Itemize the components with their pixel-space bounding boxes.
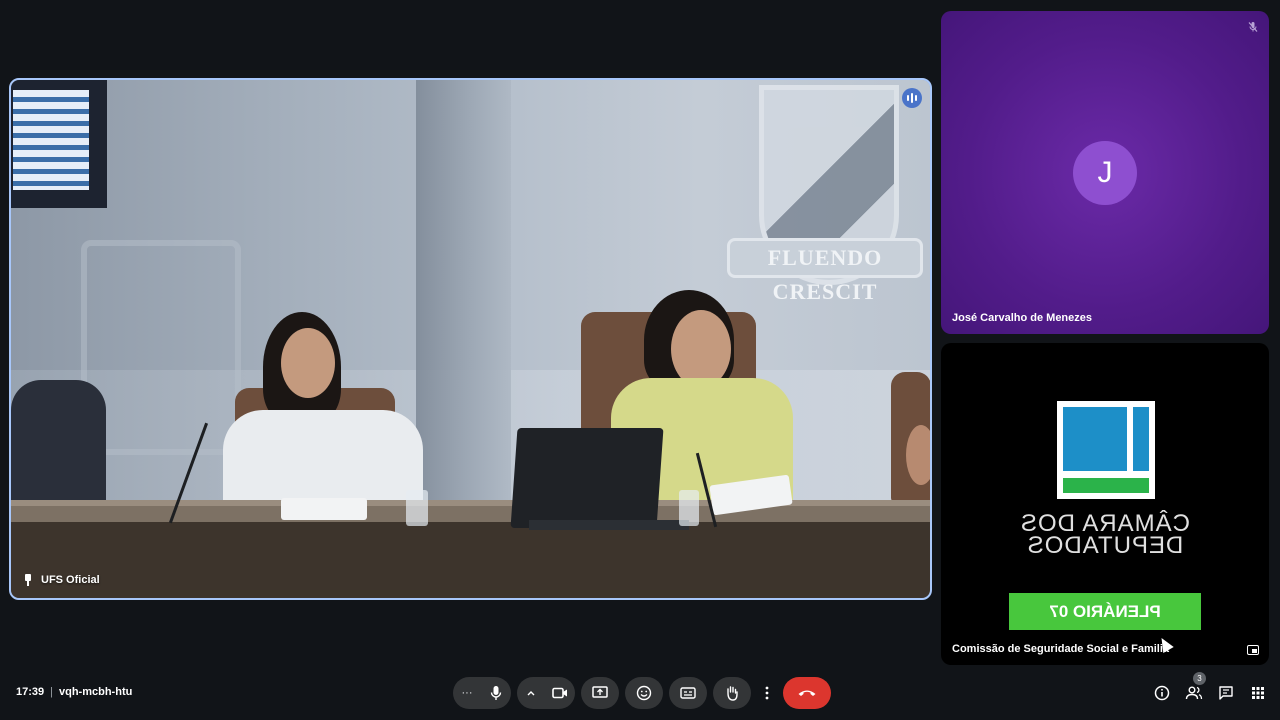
avatar: J: [1073, 141, 1137, 205]
participant-label: UFS Oficial: [23, 574, 100, 586]
plenario-banner: PLENÁRIO 07: [1009, 593, 1201, 630]
more-vertical-icon: [765, 686, 769, 700]
microphone-button[interactable]: [481, 677, 511, 709]
call-controls: ···: [453, 677, 831, 709]
video-feed: FLUENDO CRESCIT: [11, 80, 930, 598]
audio-level-icon: [902, 88, 922, 108]
end-call-icon: [798, 690, 816, 696]
raise-hand-icon: [727, 686, 738, 701]
pinned-video-tile[interactable]: FLUENDO CRESCIT UFS Oficial: [9, 78, 932, 600]
participant-name: Comissão de Seguridade Social e Familia: [952, 643, 1170, 655]
meeting-info: 17:39 | vqh-mcbh-htu: [16, 686, 133, 698]
picture-in-picture-icon[interactable]: [1247, 645, 1259, 655]
mic-off-icon: [1245, 19, 1261, 35]
video-options-button[interactable]: [517, 677, 545, 709]
microphone-icon: [490, 686, 502, 700]
info-icon: [1154, 685, 1170, 701]
activities-button[interactable]: [1248, 681, 1268, 705]
audio-options-button[interactable]: ···: [453, 677, 481, 709]
wall-motto: FLUENDO CRESCIT: [727, 238, 923, 304]
pin-icon[interactable]: [23, 574, 33, 586]
side-panel-buttons: 3: [1152, 672, 1268, 705]
participant-tile-camara[interactable]: CÂMARA DOS DEPUTADOS PLENÁRIO 07 Comissã…: [941, 343, 1269, 665]
more-options-button[interactable]: [757, 677, 777, 709]
present-button[interactable]: [581, 677, 619, 709]
clock-time: 17:39: [16, 686, 45, 698]
leave-call-button[interactable]: [783, 677, 831, 709]
participant-tile-jose[interactable]: J José Carvalho de Menezes: [941, 11, 1269, 334]
video-camera-icon: [552, 687, 567, 699]
emoji-button[interactable]: [625, 677, 663, 709]
people-count-badge: 3: [1193, 672, 1206, 685]
captions-icon: [680, 687, 696, 699]
participant-name: José Carvalho de Menezes: [952, 312, 1093, 324]
people-icon: [1185, 686, 1203, 700]
apps-grid-icon: [1252, 687, 1264, 699]
chat-button[interactable]: [1216, 681, 1236, 705]
participant-name: UFS Oficial: [41, 574, 100, 586]
camera-button[interactable]: [545, 677, 575, 709]
people-button[interactable]: 3: [1184, 672, 1206, 705]
mic-control-group: ···: [453, 677, 511, 709]
meeting-details-button[interactable]: [1152, 681, 1172, 705]
meeting-code[interactable]: vqh-mcbh-htu: [59, 686, 132, 698]
camara-screen-text: CÂMARA DOS DEPUTADOS: [1019, 510, 1191, 559]
camara-logo: [1057, 401, 1155, 499]
chat-icon: [1219, 686, 1233, 700]
raise-hand-button[interactable]: [713, 677, 751, 709]
present-screen-icon: [592, 686, 608, 698]
emoji-icon: [636, 685, 652, 701]
camera-control-group: [517, 677, 575, 709]
captions-button[interactable]: [669, 677, 707, 709]
chevron-up-icon: [527, 691, 535, 696]
